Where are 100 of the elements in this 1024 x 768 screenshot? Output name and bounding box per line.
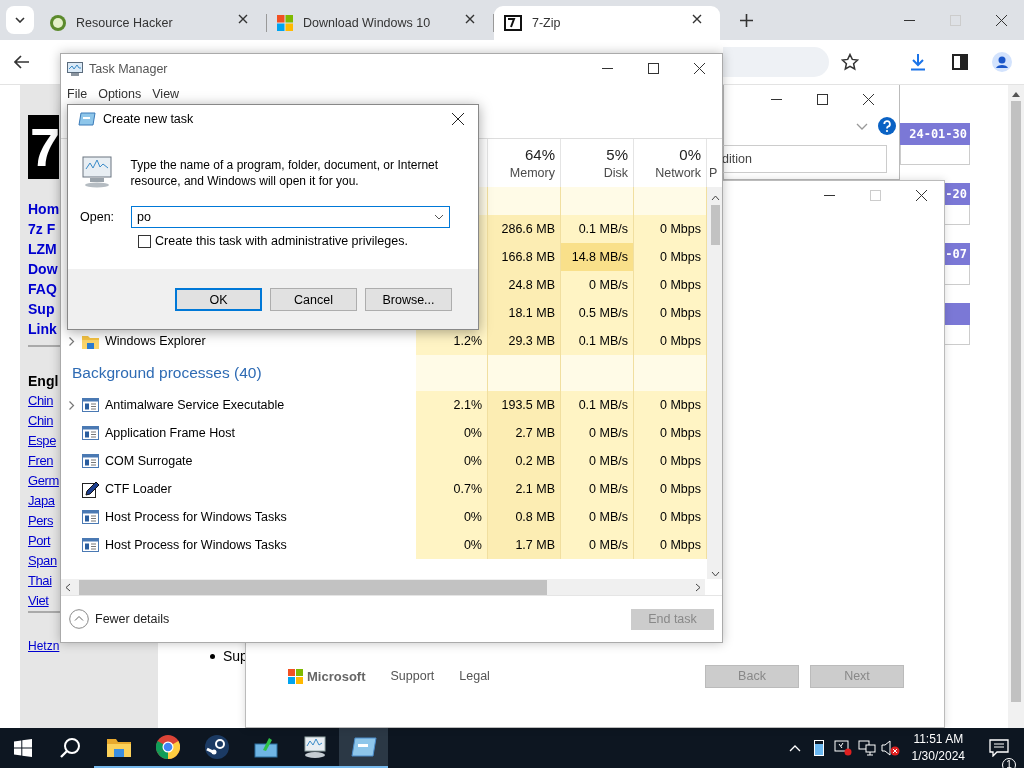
close-icon [915,190,927,201]
monitor-icon[interactable] [301,735,328,759]
process-name[interactable]: Antimalware Service Executable [105,398,285,412]
run-icon[interactable] [350,737,377,757]
table-cell: 0 Mbps [634,299,707,327]
arrow-right-icon[interactable] [695,582,701,592]
language-link[interactable]: Chin [28,411,54,431]
column-header[interactable]: P [709,166,718,180]
table-cell: 0.1 MB/s [561,215,634,243]
browser-tab[interactable]: 7-Zip [494,6,720,40]
table-cell: 1.7 MB [488,531,561,559]
chevron-icon[interactable] [856,122,868,130]
scrollbar[interactable] [707,187,722,579]
scrollbar-thumb[interactable] [79,579,547,595]
process-name[interactable]: Windows Explorer [105,334,206,348]
table-cell: 0.7% [416,475,488,503]
table-cell: 0 MB/s [561,271,634,299]
browser-tab[interactable]: Download Windows 10 [267,6,493,40]
gear-ball-icon[interactable] [204,735,229,759]
browser-tab[interactable]: Resource Hacker [40,6,266,40]
windows-logo-icon [14,739,32,757]
menu-item[interactable]: Options [98,87,142,101]
checkbox-label[interactable]: Create this task with administrative privileges. [155,234,408,248]
scrollbar-thumb[interactable] [711,205,720,245]
language-link[interactable]: Espe [28,431,57,451]
archive-logo-icon [504,15,522,31]
scrollbar[interactable] [1008,85,1024,728]
folder-icon[interactable] [106,737,131,757]
table-cell: 24.8 MB [488,271,561,299]
taskbar-button[interactable] [339,728,388,768]
process-name[interactable]: Host Process for Windows Tasks [105,510,287,524]
window-icon [82,398,99,412]
table-cell: 0 MB/s [561,475,634,503]
arrow-left-icon[interactable] [65,582,71,592]
table-cell: 0 MB/s [561,503,634,531]
table-cell: 0 Mbps [634,447,707,475]
open-field[interactable]: po [131,206,450,228]
nav-link[interactable]: Dow [28,259,58,279]
table-cell: 0 MB/s [561,447,634,475]
scrollbar[interactable] [61,579,705,595]
group-heading: Background processes (40) [71,364,262,382]
arrow-down-icon[interactable] [711,571,720,577]
speaker-muted-icon[interactable] [880,740,901,756]
language-link[interactable]: Chin [28,391,54,411]
process-name[interactable]: CTF Loader [105,482,172,496]
table-cell: 0% [416,447,488,475]
language-link[interactable]: Viet [28,591,49,611]
language-link[interactable]: Port [28,531,51,551]
language-link[interactable]: Germ [28,471,59,491]
close-icon [693,63,705,74]
chevron-up-icon[interactable] [788,744,801,752]
window-icon [82,426,99,440]
table-cell: 2.1% [416,391,488,419]
footer-link[interactable]: Legal [459,669,490,683]
window-icon [82,510,99,524]
caret-icon [15,17,25,23]
language-link[interactable]: Pers [28,511,54,531]
dropdown-icon[interactable] [434,214,444,220]
browser-icon[interactable] [155,735,180,759]
process-name[interactable]: COM Surrogate [105,454,193,468]
help-icon[interactable] [878,117,896,135]
dialog-button[interactable]: Browse... [365,288,452,311]
process-name[interactable]: Host Process for Windows Tasks [105,538,287,552]
tab-list-button[interactable] [6,6,34,34]
installer-icon[interactable] [253,736,278,758]
language-link[interactable]: Thai [28,571,52,591]
menu-item[interactable]: View [152,87,180,101]
language-link[interactable]: Japa [28,491,55,511]
window-icon [82,538,99,552]
footer-link[interactable]: Hetzn [28,639,60,653]
message-icon [989,739,1009,757]
network-icon[interactable] [857,740,876,756]
menu-item[interactable]: File [67,87,88,101]
dialog-button[interactable]: OK [175,288,262,311]
nav-link[interactable]: FAQ [28,279,57,299]
dialog-button[interactable]: Cancel [270,288,357,311]
nav-link[interactable]: Hom [28,199,60,219]
table-cell: 2.1 MB [488,475,561,503]
nav-link[interactable]: LZM [28,239,57,259]
chevron-icon[interactable] [67,336,76,346]
arrow-up-icon[interactable] [1012,91,1020,97]
fewer-details-button[interactable]: Fewer details [69,609,170,629]
language-link[interactable]: Span [28,551,57,571]
chevron-icon[interactable] [67,400,76,410]
footer-link[interactable]: Support [390,669,435,683]
folder-icon [82,333,99,349]
nav-link[interactable]: Link [28,319,57,339]
monitor-alert-icon[interactable] [833,740,852,756]
nav-link[interactable]: 7z F [28,219,56,239]
process-name[interactable]: Application Frame Host [105,426,235,440]
plus-icon [739,13,753,27]
language-link[interactable]: Fren [28,451,54,471]
checkbox[interactable] [138,234,151,248]
arrow-up-icon[interactable] [711,195,720,201]
battery-icon[interactable] [813,740,824,756]
table-cell: 0.5 MB/s [561,299,634,327]
clock[interactable]: 11:51 AM 1/30/2024 [902,731,974,765]
scrollbar-thumb[interactable] [1011,101,1021,702]
nav-link[interactable]: Sup [28,299,55,319]
table-cell: 0.1 MB/s [561,327,634,355]
